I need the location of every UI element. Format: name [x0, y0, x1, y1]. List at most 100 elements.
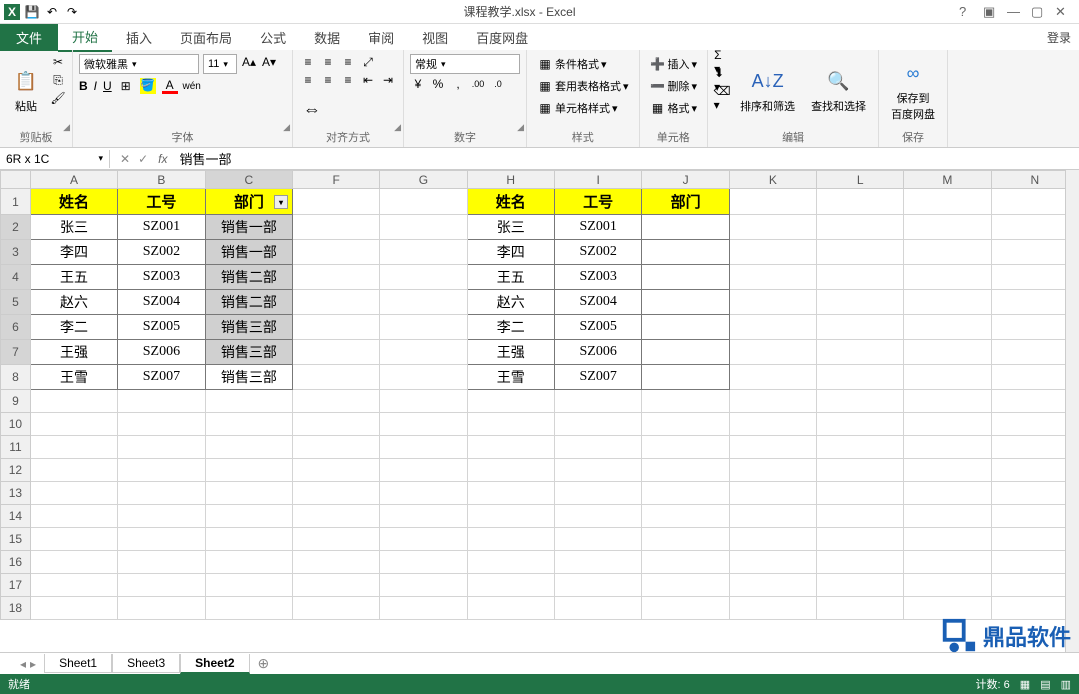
cell-K8[interactable]	[729, 365, 816, 390]
fx-icon[interactable]: fx	[158, 152, 173, 166]
cell-M13[interactable]	[904, 482, 991, 505]
cell-G16[interactable]	[380, 551, 467, 574]
cell-C11[interactable]	[205, 436, 292, 459]
cell-M8[interactable]	[904, 365, 991, 390]
cell-L9[interactable]	[817, 390, 904, 413]
cell-K4[interactable]	[729, 265, 816, 290]
cell-I9[interactable]	[554, 390, 642, 413]
align-top-icon[interactable]: ≡	[299, 54, 317, 70]
cell-B7[interactable]: SZ006	[118, 340, 206, 365]
cell-J13[interactable]	[642, 482, 729, 505]
cell-J9[interactable]	[642, 390, 729, 413]
bold-button[interactable]: B	[79, 79, 88, 93]
cell-G18[interactable]	[380, 597, 467, 620]
cell-B12[interactable]	[118, 459, 206, 482]
cell-B11[interactable]	[118, 436, 206, 459]
cell-L13[interactable]	[817, 482, 904, 505]
cell-B13[interactable]	[118, 482, 206, 505]
save-icon[interactable]: 💾	[24, 4, 40, 20]
cell-A12[interactable]	[30, 459, 117, 482]
indent-increase-icon[interactable]: ⇥	[379, 72, 397, 88]
cell-L16[interactable]	[817, 551, 904, 574]
row-header-13[interactable]: 13	[1, 482, 31, 505]
merge-button[interactable]: ⇔	[299, 91, 325, 127]
cell-I7[interactable]: SZ006	[554, 340, 642, 365]
indent-decrease-icon[interactable]: ⇤	[359, 72, 377, 88]
cell-A11[interactable]	[30, 436, 117, 459]
row-header-11[interactable]: 11	[1, 436, 31, 459]
column-header-L[interactable]: L	[817, 171, 904, 189]
cell-J4[interactable]	[642, 265, 729, 290]
cell-G8[interactable]	[380, 365, 467, 390]
clipboard-launcher-icon[interactable]: ◢	[63, 122, 70, 133]
row-header-9[interactable]: 9	[1, 390, 31, 413]
cell-K9[interactable]	[729, 390, 816, 413]
filter-dropdown-icon[interactable]: ▾	[274, 195, 288, 209]
cell-H2[interactable]: 张三	[467, 215, 554, 240]
cell-A1[interactable]: 姓名	[30, 189, 117, 215]
close-icon[interactable]: ✕	[1055, 4, 1071, 20]
cell-M11[interactable]	[904, 436, 991, 459]
cell-L5[interactable]	[817, 290, 904, 315]
cell-G1[interactable]	[380, 189, 467, 215]
cell-B16[interactable]	[118, 551, 206, 574]
cell-M5[interactable]	[904, 290, 991, 315]
name-box[interactable]: 6R x 1C▾	[0, 150, 110, 168]
cell-I8[interactable]: SZ007	[554, 365, 642, 390]
cell-K13[interactable]	[729, 482, 816, 505]
cell-K7[interactable]	[729, 340, 816, 365]
cell-J18[interactable]	[642, 597, 729, 620]
cell-G13[interactable]	[380, 482, 467, 505]
cell-F9[interactable]	[293, 390, 380, 413]
cell-C4[interactable]: 销售二部	[205, 265, 292, 290]
cell-C18[interactable]	[205, 597, 292, 620]
cell-C9[interactable]	[205, 390, 292, 413]
cell-F10[interactable]	[293, 413, 380, 436]
cell-C1[interactable]: 部门▾	[205, 189, 292, 215]
paste-button[interactable]: 📋 粘贴	[6, 54, 46, 127]
cell-L14[interactable]	[817, 505, 904, 528]
font-size-combo[interactable]: 11▾	[203, 54, 237, 74]
comma-icon[interactable]: ,	[450, 76, 466, 92]
cell-L11[interactable]	[817, 436, 904, 459]
cell-B3[interactable]: SZ002	[118, 240, 206, 265]
cell-M9[interactable]	[904, 390, 991, 413]
cell-A15[interactable]	[30, 528, 117, 551]
decrease-decimal-icon[interactable]: .0	[490, 76, 506, 92]
maximize-icon[interactable]: ▢	[1031, 4, 1047, 20]
cell-K5[interactable]	[729, 290, 816, 315]
save-baidu-button[interactable]: ∞ 保存到 百度网盘	[885, 54, 941, 127]
cell-B14[interactable]	[118, 505, 206, 528]
help-icon[interactable]: ?	[959, 4, 975, 19]
cell-A16[interactable]	[30, 551, 117, 574]
cell-K17[interactable]	[729, 574, 816, 597]
cell-C13[interactable]	[205, 482, 292, 505]
cell-A3[interactable]: 李四	[30, 240, 117, 265]
cell-K14[interactable]	[729, 505, 816, 528]
cell-L18[interactable]	[817, 597, 904, 620]
view-page-icon[interactable]: ▤	[1040, 678, 1050, 691]
enter-formula-icon[interactable]: ✓	[138, 152, 148, 166]
cell-I17[interactable]	[554, 574, 642, 597]
column-header-B[interactable]: B	[118, 171, 206, 189]
spreadsheet-grid[interactable]: ABCFGHIJKLMN1姓名工号部门▾姓名工号部门2张三SZ001销售一部张三…	[0, 170, 1079, 652]
cell-I11[interactable]	[554, 436, 642, 459]
cell-J7[interactable]	[642, 340, 729, 365]
column-header-H[interactable]: H	[467, 171, 554, 189]
cell-C16[interactable]	[205, 551, 292, 574]
cell-F6[interactable]	[293, 315, 380, 340]
cell-I4[interactable]: SZ003	[554, 265, 642, 290]
cell-I12[interactable]	[554, 459, 642, 482]
cell-K15[interactable]	[729, 528, 816, 551]
cell-J15[interactable]	[642, 528, 729, 551]
row-header-1[interactable]: 1	[1, 189, 31, 215]
redo-icon[interactable]: ↷	[64, 4, 80, 20]
row-header-4[interactable]: 4	[1, 265, 31, 290]
column-header-M[interactable]: M	[904, 171, 991, 189]
cell-F8[interactable]	[293, 365, 380, 390]
tab-file[interactable]: 文件	[0, 24, 58, 51]
cell-K1[interactable]	[729, 189, 816, 215]
sheet-nav-next-icon[interactable]: ▸	[30, 657, 36, 671]
phonetic-icon[interactable]: wén	[184, 78, 200, 94]
column-header-J[interactable]: J	[642, 171, 729, 189]
